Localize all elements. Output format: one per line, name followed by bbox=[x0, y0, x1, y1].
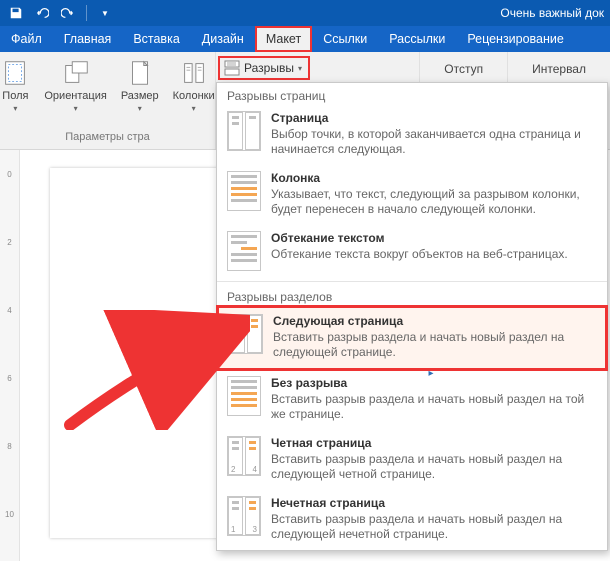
text-wrapping-icon bbox=[227, 231, 261, 271]
tab-layout[interactable]: Макет bbox=[255, 26, 312, 52]
chevron-down-icon: ▾ bbox=[192, 104, 196, 113]
chevron-down-icon: ▾ bbox=[298, 64, 302, 73]
document-title: Очень важный док bbox=[500, 6, 610, 20]
columns-button[interactable]: Колонки ▾ bbox=[169, 56, 219, 115]
tab-review[interactable]: Рецензирование bbox=[456, 26, 575, 52]
menu-item-text-wrapping-break[interactable]: Обтекание текстом Обтекание текста вокру… bbox=[217, 225, 607, 279]
redo-icon[interactable] bbox=[60, 5, 76, 21]
tab-design[interactable]: Дизайн bbox=[191, 26, 255, 52]
menu-item-page-break[interactable]: Страница Выбор точки, в которой заканчив… bbox=[217, 105, 607, 165]
odd-page-icon: 1 3 bbox=[227, 496, 261, 536]
tab-references[interactable]: Ссылки bbox=[312, 26, 378, 52]
menu-item-title: Колонка bbox=[271, 171, 597, 185]
size-label: Размер bbox=[121, 90, 159, 102]
spacing-label: Интервал bbox=[522, 58, 596, 80]
tab-home[interactable]: Главная bbox=[53, 26, 123, 52]
menu-item-title: Четная страница bbox=[271, 436, 597, 450]
ruler-mark: 2 bbox=[0, 238, 19, 247]
margins-label: Поля bbox=[2, 90, 28, 102]
menu-item-title: Обтекание текстом bbox=[271, 231, 568, 245]
orientation-button[interactable]: Ориентация ▾ bbox=[40, 56, 110, 115]
orientation-label: Ориентация bbox=[44, 90, 106, 102]
menu-item-desc: Вставить разрыв раздела и начать новый р… bbox=[271, 452, 597, 482]
qat-customize-icon[interactable]: ▼ bbox=[97, 5, 113, 21]
dropdown-separator bbox=[217, 281, 607, 282]
page-setup-group-label: Параметры стра bbox=[65, 129, 149, 147]
chevron-down-icon: ▾ bbox=[13, 104, 17, 113]
dropdown-section-section-breaks: Разрывы разделов bbox=[217, 284, 607, 306]
ruler-mark: 4 bbox=[0, 306, 19, 315]
title-bar: ▼ Очень важный док bbox=[0, 0, 610, 26]
vertical-ruler[interactable]: 0 2 4 6 8 10 bbox=[0, 150, 20, 561]
menu-item-title: Следующая страница bbox=[273, 314, 595, 328]
menu-item-title: Страница bbox=[271, 111, 597, 125]
menu-item-next-page[interactable]: Следующая страница Вставить разрыв разде… bbox=[216, 305, 608, 371]
menu-item-desc: Вставить разрыв раздела и начать новый р… bbox=[271, 512, 597, 542]
page-break-icon bbox=[227, 111, 261, 151]
menu-item-title: Без разрыва bbox=[271, 376, 597, 390]
breaks-button[interactable]: Разрывы ▾ bbox=[218, 56, 310, 80]
ruler-mark: 8 bbox=[0, 442, 19, 451]
menu-item-desc: Указывает, что текст, следующий за разры… bbox=[271, 187, 597, 217]
indent-label: Отступ bbox=[434, 58, 493, 80]
menu-item-continuous[interactable]: Без разрыва Вставить разрыв раздела и на… bbox=[217, 370, 607, 430]
next-page-icon bbox=[229, 314, 263, 354]
continuous-icon bbox=[227, 376, 261, 416]
menu-item-even-page[interactable]: 2 4 Четная страница Вставить разрыв разд… bbox=[217, 430, 607, 490]
save-icon[interactable] bbox=[8, 5, 24, 21]
quick-access-toolbar: ▼ bbox=[0, 5, 121, 21]
even-page-icon: 2 4 bbox=[227, 436, 261, 476]
qat-separator bbox=[86, 5, 87, 21]
margins-button[interactable]: Поля ▾ bbox=[0, 56, 34, 115]
tab-insert[interactable]: Вставка bbox=[122, 26, 190, 52]
size-button[interactable]: Размер ▾ bbox=[117, 56, 163, 115]
page-setup-group: Поля ▾ Ориентация ▾ Размер ▾ Колонки ▾ Парам… bbox=[0, 52, 216, 149]
menu-item-title: Нечетная страница bbox=[271, 496, 597, 510]
breaks-dropdown: Разрывы страниц Страница Выбор точки, в … bbox=[216, 82, 608, 551]
menu-item-odd-page[interactable]: 1 3 Нечетная страница Вставить разрыв ра… bbox=[217, 490, 607, 550]
menu-item-desc: Выбор точки, в которой заканчивается одн… bbox=[271, 127, 597, 157]
undo-icon[interactable] bbox=[34, 5, 50, 21]
tab-file[interactable]: Файл bbox=[0, 26, 53, 52]
chevron-down-icon: ▾ bbox=[74, 104, 78, 113]
dropdown-section-page-breaks: Разрывы страниц bbox=[217, 83, 607, 105]
menu-item-desc: Вставить разрыв раздела и начать новый р… bbox=[273, 330, 595, 360]
ribbon-tabs: Файл Главная Вставка Дизайн Макет Ссылки… bbox=[0, 26, 610, 52]
chevron-down-icon: ▾ bbox=[138, 104, 142, 113]
menu-item-column-break[interactable]: Колонка Указывает, что текст, следующий … bbox=[217, 165, 607, 225]
ruler-mark: 6 bbox=[0, 374, 19, 383]
menu-item-desc: Обтекание текста вокруг объектов на веб-… bbox=[271, 247, 568, 262]
menu-item-desc: Вставить разрыв раздела и начать новый р… bbox=[271, 392, 597, 422]
breaks-label: Разрывы bbox=[244, 61, 294, 75]
ruler-mark: 0 bbox=[0, 170, 19, 179]
document-page[interactable] bbox=[50, 168, 220, 538]
column-break-icon bbox=[227, 171, 261, 211]
tab-mailings[interactable]: Рассылки bbox=[378, 26, 456, 52]
ruler-mark: 10 bbox=[0, 510, 19, 519]
columns-label: Колонки bbox=[173, 90, 215, 102]
